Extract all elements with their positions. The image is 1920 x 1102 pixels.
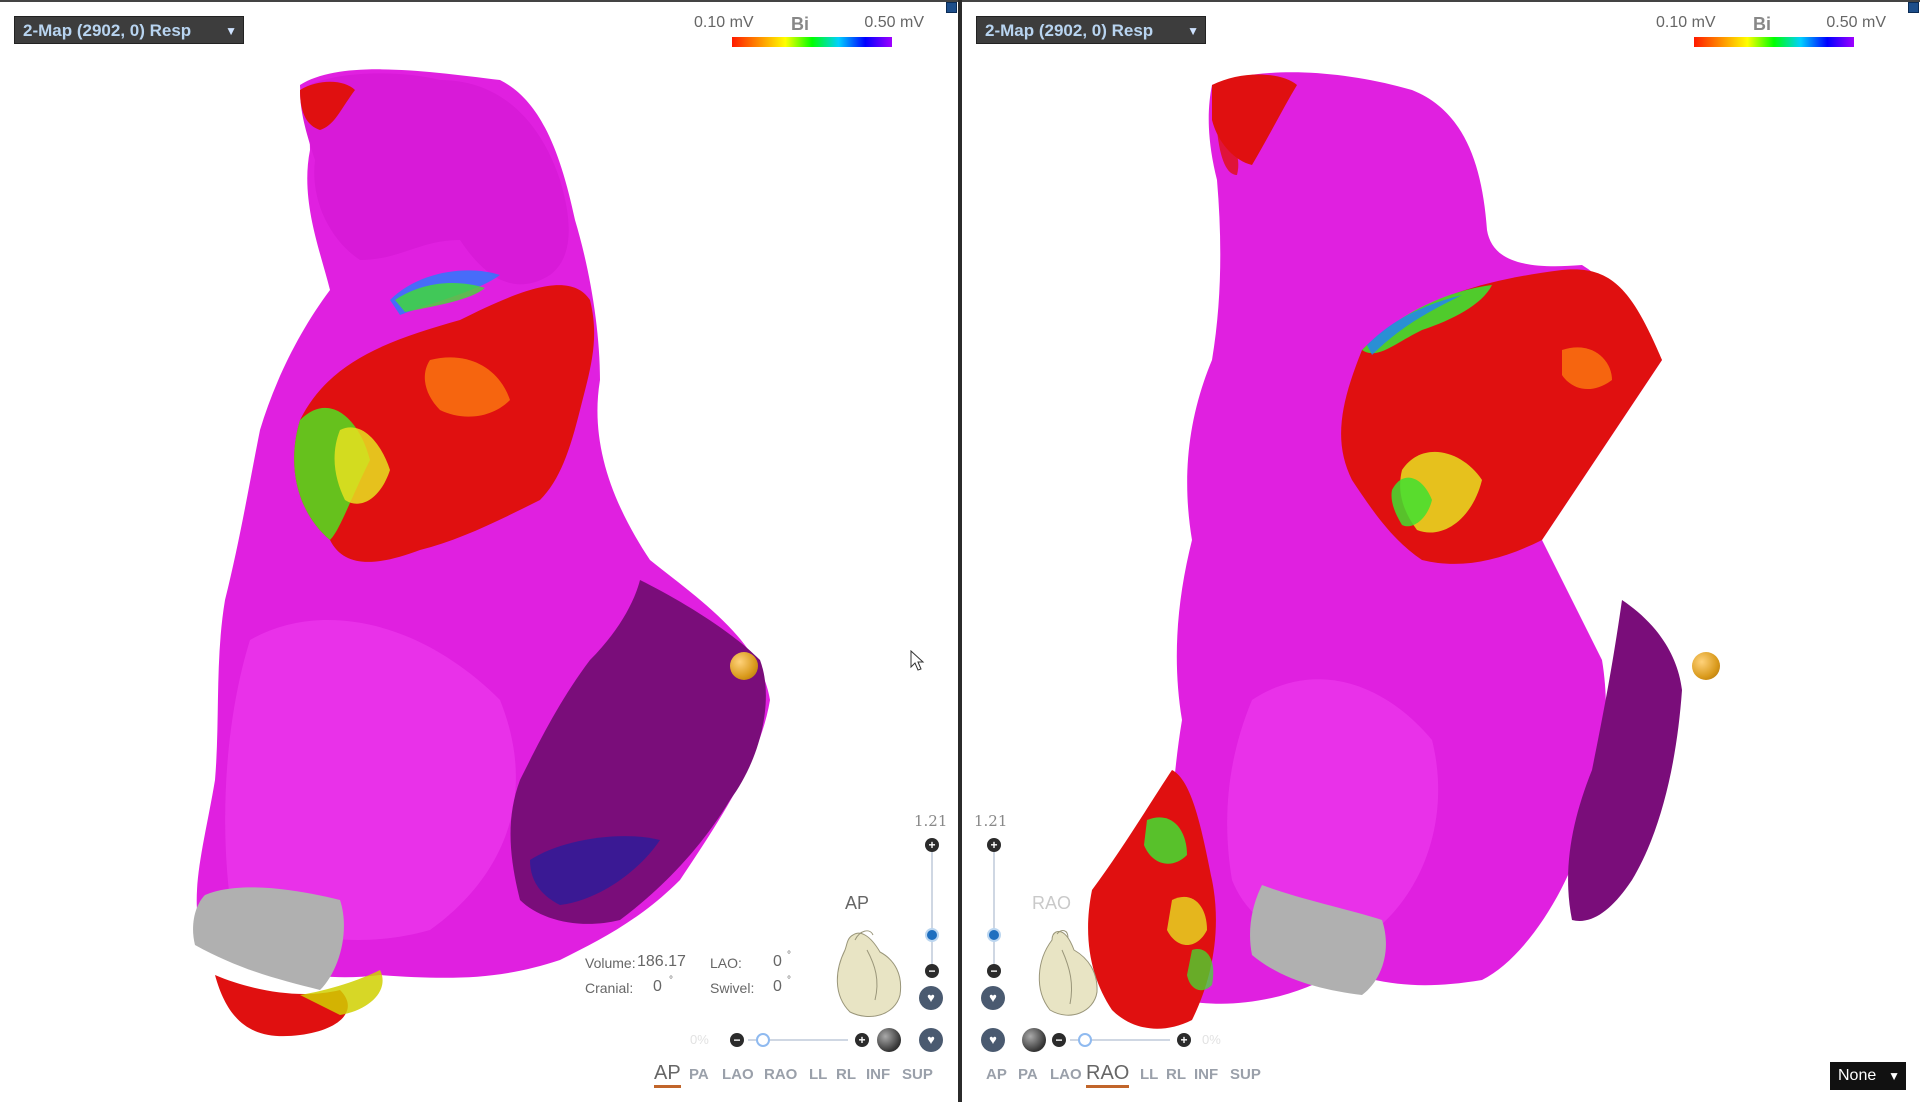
overlay-select-label: None (1838, 1067, 1877, 1084)
swivel-value: 0 (773, 978, 782, 995)
heart-reset-icon[interactable]: ♥ (919, 986, 943, 1010)
zoom-out-minus-icon[interactable]: − (987, 964, 1001, 978)
view-pa[interactable]: PA (689, 1066, 709, 1083)
cranial-degree: ° (669, 975, 673, 986)
map-viewport-left[interactable]: 2-Map (2902, 0) Resp ▼ 0.10 mV Bi 0.50 m… (0, 0, 958, 1102)
geometry-info: Volume: 186.17 LAO: 0 ° Cranial: 0 ° Swi… (585, 950, 815, 1003)
zoom-slider-knob[interactable] (987, 928, 1001, 942)
heart-orientation-icon[interactable] (1022, 920, 1102, 1020)
orientation-label: AP (845, 893, 870, 913)
zoom-slider-track (993, 846, 995, 966)
legend-low: 0.10 mV (694, 14, 754, 31)
transparency-knob[interactable] (1078, 1033, 1092, 1047)
voltage-legend: 0.10 mV Bi 0.50 mV (694, 12, 924, 52)
swivel-degree: ° (787, 975, 791, 986)
mouse-cursor-icon (910, 650, 925, 671)
chevron-down-icon: ▼ (1888, 1069, 1900, 1083)
view-ap[interactable]: AP (986, 1066, 1007, 1083)
sphere-icon[interactable] (1022, 1028, 1046, 1052)
lao-degree: ° (787, 950, 791, 961)
view-rao[interactable]: RAO (1086, 1062, 1130, 1088)
zoom-slider-track (931, 846, 933, 966)
zoom-in-plus-icon[interactable]: + (987, 838, 1001, 852)
lao-label: LAO: (710, 955, 742, 971)
view-inf[interactable]: INF (1194, 1066, 1218, 1083)
map-select-label: 2-Map (2902, 0) Resp (23, 21, 192, 40)
transparency-percent: 0% (1202, 1032, 1221, 1047)
chevron-down-icon: ▼ (225, 24, 237, 38)
zoom-slider[interactable]: + − (982, 836, 1006, 981)
overlay-select[interactable]: None ▼ (1830, 1062, 1906, 1090)
view-ll[interactable]: LL (1140, 1066, 1158, 1083)
heart-reset-icon[interactable]: ♥ (981, 986, 1005, 1010)
cranial-label: Cranial: (585, 980, 634, 996)
map-viewport-right[interactable]: 2-Map (2902, 0) Resp ▼ 0.10 mV Bi 0.50 m… (962, 0, 1920, 1102)
map-select-label: 2-Map (2902, 0) Resp (985, 21, 1154, 40)
view-pa[interactable]: PA (1018, 1066, 1038, 1083)
voltage-legend: 0.10 mV Bi 0.50 mV (1656, 12, 1886, 52)
view-sup[interactable]: SUP (1230, 1066, 1261, 1083)
map-select-left[interactable]: 2-Map (2902, 0) Resp ▼ (14, 16, 244, 44)
lao-value: 0 (773, 953, 782, 970)
view-rl[interactable]: RL (836, 1066, 856, 1083)
view-lao[interactable]: LAO (1050, 1066, 1082, 1083)
view-lao[interactable]: LAO (722, 1066, 754, 1083)
legend-mode: Bi (791, 14, 809, 34)
view-rao[interactable]: RAO (764, 1066, 797, 1083)
legend-high: 0.50 mV (864, 14, 924, 31)
volume-value: 186.17 (637, 953, 686, 970)
heart-view-icon[interactable]: ♥ (919, 1028, 943, 1052)
valve-annulus (193, 887, 344, 990)
transparency-knob[interactable] (756, 1033, 770, 1047)
zoom-in-plus-icon[interactable]: + (925, 838, 939, 852)
heart-orientation-icon[interactable] (825, 920, 905, 1020)
view-ll[interactable]: LL (809, 1066, 827, 1083)
transparency-minus-icon[interactable]: − (1052, 1033, 1066, 1047)
legend-mode: Bi (1753, 14, 1771, 34)
sphere-icon[interactable] (877, 1028, 901, 1052)
heart-view-icon[interactable]: ♥ (981, 1028, 1005, 1052)
zoom-value: 1.21 (914, 812, 948, 830)
zoom-slider[interactable]: + − (920, 836, 944, 981)
cranial-value: 0 (653, 978, 662, 995)
anatomy-3d-map-left[interactable] (0, 0, 958, 1102)
orientation-label: RAO (1032, 893, 1072, 913)
transparency-slider[interactable]: 0% − + (690, 1030, 870, 1050)
view-buttons: AP PA LAO RAO LL RL INF SUP (654, 1062, 944, 1088)
transparency-minus-icon[interactable]: − (730, 1033, 744, 1047)
transparency-percent: 0% (690, 1032, 709, 1047)
zoom-out-minus-icon[interactable]: − (925, 964, 939, 978)
view-rl[interactable]: RL (1166, 1066, 1186, 1083)
zoom-value: 1.21 (974, 812, 1008, 830)
catheter-marker[interactable] (730, 652, 758, 680)
legend-color-bar (732, 37, 892, 47)
transparency-slider[interactable]: − + 0% (1052, 1030, 1232, 1050)
legend-low: 0.10 mV (1656, 14, 1716, 31)
transparency-plus-icon[interactable]: + (1177, 1033, 1191, 1047)
catheter-marker[interactable] (1692, 652, 1720, 680)
viewport-maximize-button[interactable] (946, 2, 957, 13)
volume-label: Volume: (585, 955, 636, 971)
view-inf[interactable]: INF (866, 1066, 890, 1083)
swivel-label: Swivel: (710, 980, 755, 996)
anatomy-3d-map-right[interactable] (962, 0, 1920, 1102)
view-sup[interactable]: SUP (902, 1066, 933, 1083)
legend-high: 0.50 mV (1826, 14, 1886, 31)
transparency-plus-icon[interactable]: + (855, 1033, 869, 1047)
viewport-maximize-button[interactable] (1908, 2, 1919, 13)
legend-color-bar (1694, 37, 1854, 47)
view-ap[interactable]: AP (654, 1062, 681, 1088)
chevron-down-icon: ▼ (1187, 24, 1199, 38)
map-select-right[interactable]: 2-Map (2902, 0) Resp ▼ (976, 16, 1206, 44)
zoom-slider-knob[interactable] (925, 928, 939, 942)
view-buttons: AP PA LAO RAO LL RL INF SUP (986, 1062, 1276, 1088)
